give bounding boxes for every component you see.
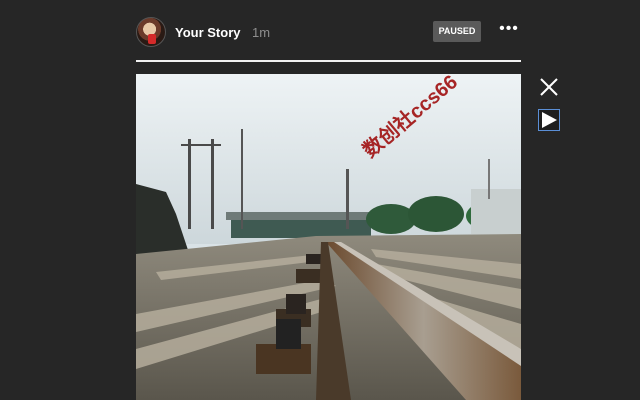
avatar[interactable] (136, 17, 166, 47)
close-button[interactable] (537, 75, 561, 99)
story-timestamp: 1m (252, 25, 271, 40)
ellipsis-icon: ••• (499, 20, 519, 37)
close-icon (540, 78, 558, 96)
play-icon (542, 112, 557, 128)
status-badge: PAUSED (433, 21, 481, 42)
story-header: Your Story 1m PAUSED ••• (136, 17, 521, 49)
story-username[interactable]: Your Story (175, 25, 241, 40)
railway-photo (136, 74, 521, 400)
story-progress-fill (136, 60, 521, 62)
story-progress-bar (136, 60, 521, 62)
more-options-button[interactable]: ••• (498, 20, 520, 41)
play-button[interactable] (538, 109, 560, 131)
story-media-image[interactable]: 数创社ccs66 (136, 74, 521, 400)
